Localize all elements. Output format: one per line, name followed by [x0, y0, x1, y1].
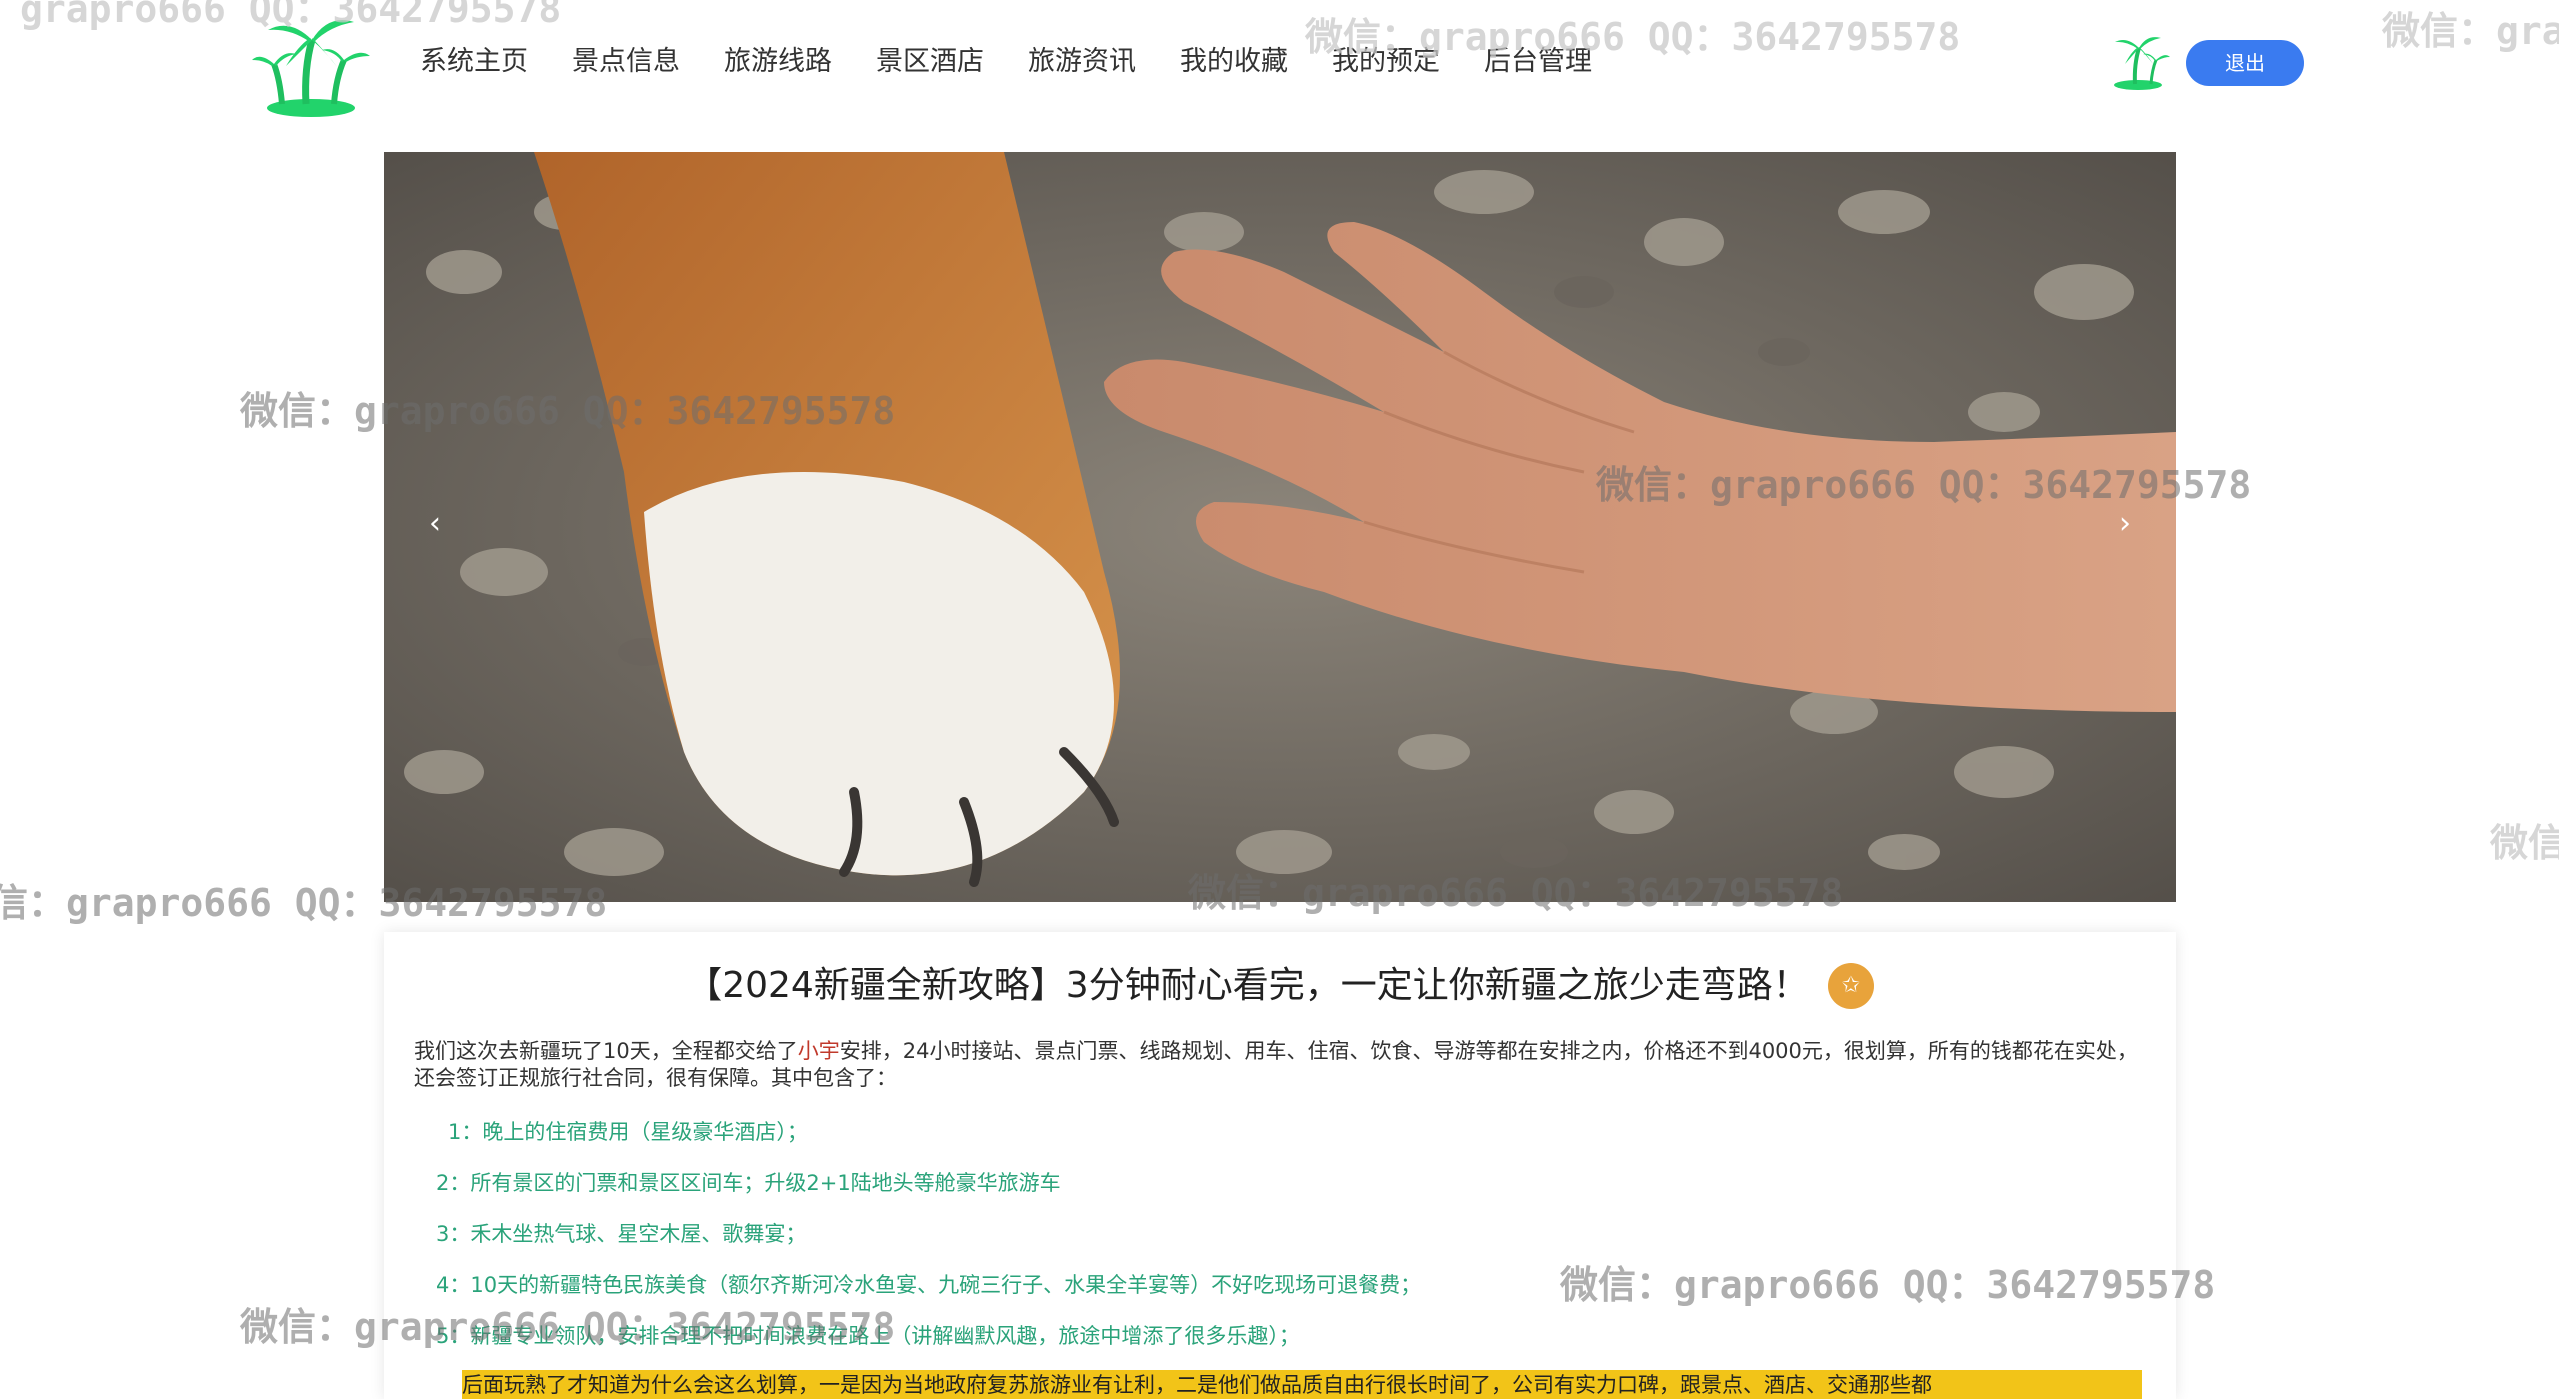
- logout-button[interactable]: 退出: [2186, 40, 2304, 86]
- favorite-star-icon[interactable]: ✩: [1827, 963, 1874, 1009]
- article-title-row: 【2024新疆全新攻略】3分钟耐心看完，一定让你新疆之旅少走弯路！ ✩: [384, 956, 2176, 1016]
- nav-hotels[interactable]: 景区酒店: [854, 40, 1006, 84]
- article-intro: 我们这次去新疆玩了10天，全程都交给了小宇安排，24小时接站、景点门票、线路规划…: [414, 1038, 2148, 1092]
- nav-routes[interactable]: 旅游线路: [702, 40, 854, 84]
- list-item: 4：10天的新疆特色民族美食（额尔齐斯河冷水鱼宴、九碗三行子、水果全羊宴等）不好…: [436, 1273, 1422, 1297]
- main-nav: 系统主页 景点信息 旅游线路 景区酒店 旅游资讯 我的收藏 我的预定 后台管理: [400, 40, 1614, 84]
- article-card: 【2024新疆全新攻略】3分钟耐心看完，一定让你新疆之旅少走弯路！ ✩ 我们这次…: [384, 932, 2176, 1399]
- nav-home[interactable]: 系统主页: [400, 40, 550, 84]
- nav-favorites[interactable]: 我的收藏: [1158, 40, 1310, 84]
- list-item: 1：晚上的住宿费用（星级豪华酒店）；: [448, 1120, 808, 1144]
- user-avatar-palm-icon[interactable]: [2105, 30, 2171, 92]
- article-title: 【2024新疆全新攻略】3分钟耐心看完，一定让你新疆之旅少走弯路！: [686, 965, 1809, 1006]
- article-intro-highlight: 小宇: [797, 1039, 840, 1063]
- list-item: 2：所有景区的门票和景区区间车；升级2+1陆地头等舱豪华旅游车: [436, 1171, 1061, 1195]
- carousel-prev-button[interactable]: ‹: [415, 500, 455, 548]
- nav-bookings[interactable]: 我的预定: [1310, 40, 1462, 84]
- list-item: 5：新疆专业领队，安排合理不把时间浪费在路上（讲解幽默风趣，旅途中增添了很多乐趣…: [436, 1324, 1300, 1348]
- article-intro-part1: 我们这次去新疆玩了10天，全程都交给了: [414, 1039, 798, 1063]
- nav-news[interactable]: 旅游资讯: [1006, 40, 1158, 84]
- palm-island-logo-icon[interactable]: [250, 8, 372, 120]
- list-item: 3：禾木坐热气球、星空木屋、歌舞宴；: [436, 1222, 807, 1246]
- nav-admin[interactable]: 后台管理: [1462, 40, 1614, 84]
- watermark-text: 微信: [2490, 821, 2559, 865]
- highlighted-paragraph: 后面玩熟了才知道为什么会这么划算，一是因为当地政府复苏旅游业有让利，二是他们做品…: [462, 1370, 2142, 1399]
- nav-attractions[interactable]: 景点信息: [550, 40, 702, 84]
- carousel-next-button[interactable]: ›: [2105, 500, 2145, 548]
- top-header: 系统主页 景点信息 旅游线路 景区酒店 旅游资讯 我的收藏 我的预定 后台管理 …: [0, 0, 2559, 140]
- banner-image-dog-paw-and-hand: [384, 152, 2176, 902]
- banner-carousel[interactable]: [384, 152, 2176, 902]
